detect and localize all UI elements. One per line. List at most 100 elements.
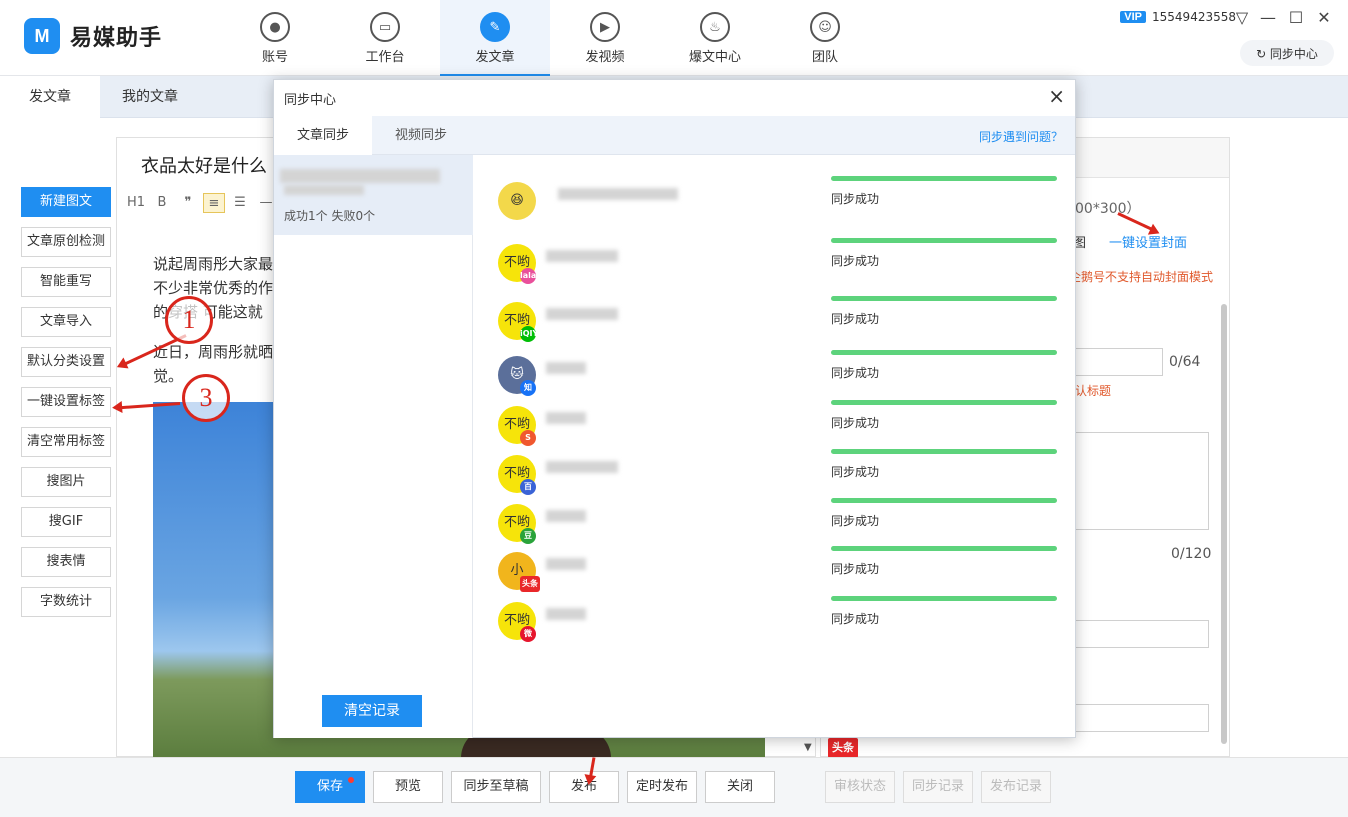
preview-button[interactable]: 预览 — [373, 771, 443, 803]
platform-row: 不哟 豆 同步成功 — [474, 498, 1074, 548]
baijia-badge-icon: 百 — [520, 479, 536, 495]
set-tags-button[interactable]: 一键设置标签 — [21, 387, 111, 417]
cover-warning: 企鹅号不支持自动封面模式 — [1069, 270, 1214, 284]
ordered-list-icon[interactable]: ≡ — [203, 193, 225, 213]
new-article-button[interactable]: 新建图文 — [21, 187, 111, 217]
sync-progress-bar — [831, 449, 1057, 454]
sync-progress-bar — [831, 296, 1057, 301]
nav-label: 团队 — [811, 50, 838, 65]
blurred-subtitle — [284, 185, 364, 195]
sync-progress-bar — [831, 596, 1057, 601]
tab-article-sync[interactable]: 文章同步 — [274, 116, 372, 155]
toutiao-badge-icon: 头条 — [520, 576, 540, 592]
platform-row: 不哟 微 同步成功 — [474, 596, 1074, 646]
platform-row: 不哟 lala 同步成功 — [474, 238, 1074, 288]
publish-record-button[interactable]: 发布记录 — [981, 771, 1051, 803]
blurred-account-name — [546, 510, 586, 522]
schedule-publish-button[interactable]: 定时发布 — [627, 771, 697, 803]
tool-column: 新建图文 文章原创检测 智能重写 文章导入 默认分类设置 一键设置标签 清空常用… — [21, 187, 111, 627]
unsaved-dot-icon — [348, 777, 354, 783]
heading-icon[interactable]: H1 — [125, 193, 147, 213]
main-nav: ● 账号 ▭ 工作台 ✎ 发文章 ▶ 发视频 ♨ 爆文中心 ☺ 团队 — [220, 0, 880, 76]
blurred-account-name — [546, 558, 586, 570]
nav-account[interactable]: ● 账号 — [220, 0, 330, 76]
platform-row: 小 头条 同步成功 — [474, 546, 1074, 596]
clear-records-button[interactable]: 清空记录 — [322, 695, 422, 727]
zhihu-badge-icon: 知 — [520, 380, 536, 396]
app-name: 易媒助手 — [70, 26, 163, 51]
dialog-close-icon[interactable]: × — [1048, 84, 1065, 108]
caret-down-icon[interactable]: ▼ — [804, 742, 812, 753]
sync-status: 同步成功 — [831, 312, 880, 326]
nav-hot-articles[interactable]: ♨ 爆文中心 — [660, 0, 770, 76]
search-emoji-button[interactable]: 搜表情 — [21, 547, 111, 577]
title-input[interactable] — [1075, 348, 1163, 376]
settings-field-1[interactable] — [1075, 620, 1209, 648]
quote-icon[interactable]: ❞ — [177, 193, 199, 213]
sync-progress-bar — [831, 498, 1057, 503]
sync-progress-bar — [831, 238, 1057, 243]
sync-status: 同步成功 — [831, 254, 880, 268]
paragraph-1-line-1: 说起周雨彤大家最 — [153, 255, 274, 273]
app-logo: M 易媒助手 — [24, 18, 162, 54]
sync-progress-bar — [831, 176, 1057, 181]
feather-icon: ✎ — [480, 12, 510, 42]
review-status-button[interactable]: 审核状态 — [825, 771, 895, 803]
close-button[interactable]: 关闭 — [705, 771, 775, 803]
settings-scrollbar[interactable] — [1221, 304, 1227, 744]
dialog-title: 同步中心 — [284, 93, 337, 108]
maximize-icon[interactable]: ☐ — [1286, 8, 1306, 27]
blurred-title — [280, 169, 440, 183]
clear-tags-button[interactable]: 清空常用标签 — [21, 427, 111, 457]
vip-badge: VIP — [1120, 11, 1147, 23]
sync-draft-button[interactable]: 同步至草稿 — [451, 771, 541, 803]
search-gif-button[interactable]: 搜GIF — [21, 507, 111, 537]
platform-row: 不哟 百 同步成功 — [474, 449, 1074, 499]
sync-progress-bar — [831, 546, 1057, 551]
nav-workbench[interactable]: ▭ 工作台 — [330, 0, 440, 76]
nav-label: 账号 — [261, 50, 288, 65]
action-bar: 保存 预览 同步至草稿 发布 定时发布 关闭 审核状态 同步记录 发布记录 — [0, 757, 1348, 817]
paragraph-2-line-2: 觉。 — [153, 367, 184, 385]
bold-icon[interactable]: B — [151, 193, 173, 213]
tab-my-articles[interactable]: 我的文章 — [100, 76, 200, 118]
sync-status: 同步成功 — [831, 562, 880, 576]
import-article-button[interactable]: 文章导入 — [21, 307, 111, 337]
sync-status: 同步成功 — [831, 465, 880, 479]
nav-team[interactable]: ☺ 团队 — [770, 0, 880, 76]
bullet-list-icon[interactable]: ☰ — [229, 193, 251, 213]
logo-mark-icon: M — [24, 18, 60, 54]
smart-rewrite-button[interactable]: 智能重写 — [21, 267, 111, 297]
lala-badge-icon: lala — [520, 268, 536, 284]
nav-label: 发视频 — [585, 50, 625, 65]
originality-check-button[interactable]: 文章原创检测 — [21, 227, 111, 257]
tab-video-sync[interactable]: 视频同步 — [372, 116, 470, 155]
dropdown-menu-icon[interactable]: ▽ — [1232, 8, 1252, 27]
annotation-circle-1: 1 — [165, 296, 213, 344]
window-close-icon[interactable]: ✕ — [1314, 8, 1334, 27]
blurred-account-name — [558, 188, 678, 200]
account-info[interactable]: VIP 15549423558 — [1120, 10, 1236, 24]
sync-record-list: 成功1个 失败0个 清空记录 — [274, 155, 473, 738]
cover-size-hint: 00*300） — [1075, 201, 1141, 217]
sync-status: 同步成功 — [831, 366, 880, 380]
default-category-button[interactable]: 默认分类设置 — [21, 347, 111, 377]
laughing-emoji-avatar-icon: 😆 — [498, 182, 536, 220]
tab-publish-article[interactable]: 发文章 — [0, 76, 100, 118]
word-count-button[interactable]: 字数统计 — [21, 587, 111, 617]
sync-help-link[interactable]: 同步遇到问题？ — [979, 128, 1063, 145]
article-title[interactable]: 衣品太好是什么 — [141, 152, 267, 178]
nav-publish-article[interactable]: ✎ 发文章 — [440, 0, 550, 76]
summary-input[interactable] — [1075, 432, 1209, 530]
flame-icon: ♨ — [700, 12, 730, 42]
sync-record-button[interactable]: 同步记录 — [903, 771, 973, 803]
save-label: 保存 — [316, 779, 343, 794]
settings-field-2[interactable] — [1075, 704, 1209, 732]
minimize-icon[interactable]: — — [1258, 8, 1278, 27]
save-button[interactable]: 保存 — [295, 771, 365, 803]
sync-center-button[interactable]: ↻ 同步中心 — [1240, 40, 1334, 66]
nav-publish-video[interactable]: ▶ 发视频 — [550, 0, 660, 76]
sync-record-item[interactable]: 成功1个 失败0个 — [274, 155, 473, 235]
search-images-button[interactable]: 搜图片 — [21, 467, 111, 497]
paragraph-1-line-2: 不少非常优秀的作 — [153, 279, 274, 297]
